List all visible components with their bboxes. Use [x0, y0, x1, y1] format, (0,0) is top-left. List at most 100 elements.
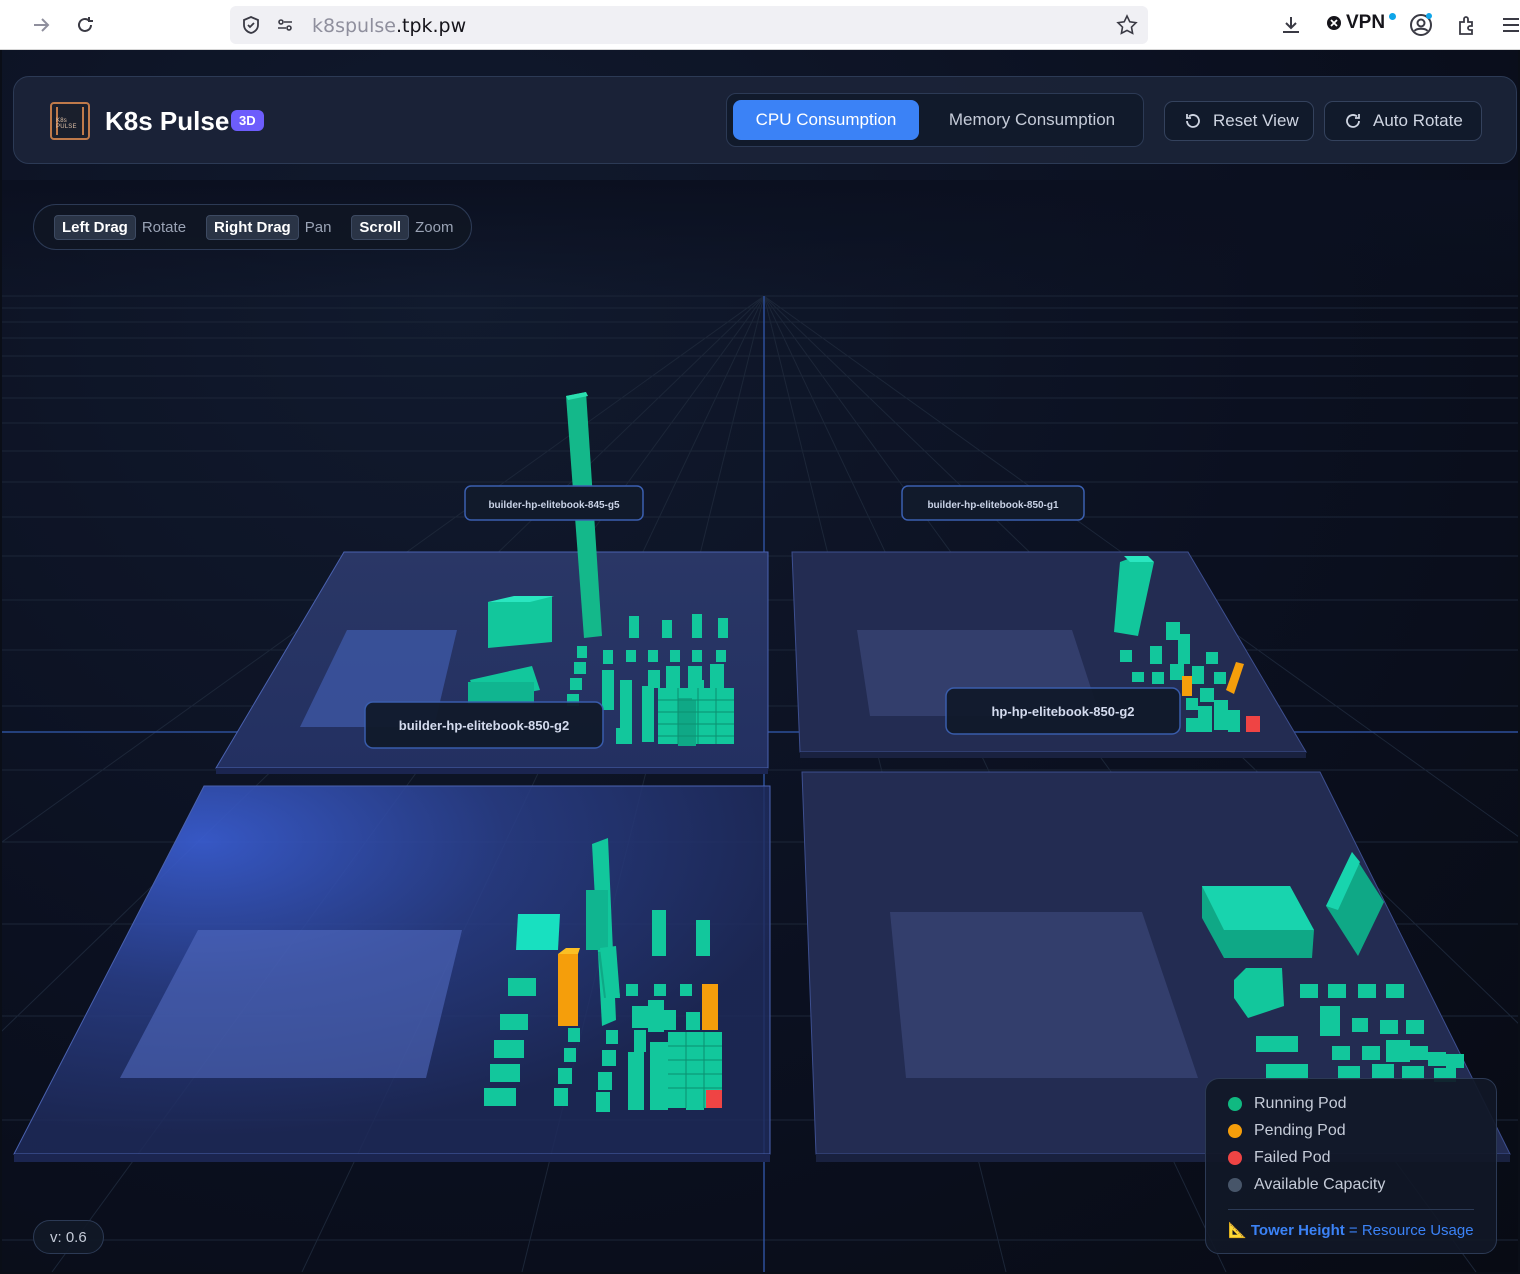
pod-running [1214, 700, 1228, 730]
pod-running [494, 1040, 524, 1058]
legend-foot-value: = Resource Usage [1348, 1222, 1474, 1239]
hint-action-rotate: Rotate [141, 218, 187, 236]
pod-running [1206, 652, 1218, 664]
pod-running [648, 670, 660, 688]
pod-running [662, 620, 672, 638]
reload-icon[interactable] [70, 10, 100, 40]
menu-icon[interactable] [1498, 12, 1520, 38]
pod-running [468, 682, 534, 704]
available-dot-icon [1228, 1178, 1242, 1192]
node-label-near-left[interactable]: builder-hp-elitebook-850-g2 [364, 701, 604, 749]
hint-action-zoom: Zoom [415, 218, 454, 236]
pod-running [1256, 1036, 1298, 1052]
pod-running [1386, 984, 1404, 998]
tab-cpu-consumption[interactable]: CPU Consumption [733, 100, 919, 140]
legend-divider [1228, 1209, 1474, 1210]
account-icon[interactable] [1408, 12, 1434, 38]
pod-running [1132, 672, 1144, 682]
pod-running [1352, 1018, 1368, 1032]
pod-running [596, 1092, 610, 1112]
extensions-icon[interactable] [1454, 12, 1480, 38]
pod-running [1362, 1046, 1380, 1060]
pending-dot-icon [1228, 1124, 1242, 1138]
hint-key-scroll: Scroll [351, 214, 410, 240]
download-icon[interactable] [1278, 12, 1304, 38]
forward-icon[interactable] [26, 10, 56, 40]
hint-key-left-drag: Left Drag [54, 214, 136, 240]
pod-running [1328, 984, 1346, 998]
pod-running [602, 1050, 616, 1066]
pod-running [654, 984, 666, 996]
app-canvas[interactable]: builder-hp-elitebook-845-g5 builder-hp-e… [2, 50, 1518, 1272]
shield-icon[interactable] [238, 12, 264, 38]
address-bar[interactable]: k8spulse.tpk.pw [230, 6, 1148, 44]
pod-running [1200, 688, 1214, 702]
pod-running [1192, 666, 1204, 684]
pod-failed [706, 1090, 722, 1108]
pod-running [488, 596, 552, 648]
rotate-icon [1346, 114, 1360, 128]
pod-running [554, 1088, 568, 1106]
pod-running [680, 984, 692, 996]
pod-running [490, 1064, 520, 1082]
vpn-off-icon [1327, 16, 1341, 30]
bookmark-star-icon[interactable] [1114, 12, 1140, 38]
pod-running [602, 670, 614, 710]
pod-running [1380, 1020, 1398, 1034]
legend-footnote: 📐 Tower Height = Resource Usage [1228, 1221, 1474, 1239]
tab-memory-consumption[interactable]: Memory Consumption [927, 100, 1137, 140]
legend-label: Failed Pod [1254, 1149, 1331, 1166]
pod-pending [702, 984, 718, 1030]
pod-running [484, 1088, 516, 1106]
pod-running [692, 614, 702, 638]
node-label-text: hp-hp-elitebook-850-g2 [991, 704, 1134, 719]
vpn-button[interactable]: VPN [1326, 12, 1397, 34]
pod-running [574, 662, 586, 674]
pod-running [1300, 984, 1318, 998]
reset-view-label: Reset View [1213, 111, 1299, 130]
pod-running [628, 1052, 644, 1110]
pod-running [570, 678, 582, 690]
pod-running [1198, 706, 1212, 732]
node-label-far-left[interactable]: builder-hp-elitebook-845-g5 [464, 485, 644, 521]
pod-failed [1246, 716, 1260, 732]
pod-running [568, 1028, 580, 1042]
pod-running [666, 666, 680, 688]
pod-running [648, 1000, 664, 1032]
pod-running [1178, 634, 1190, 664]
hint-key-right-drag: Right Drag [206, 214, 299, 240]
site-settings-icon[interactable] [272, 12, 298, 38]
pod-running [652, 910, 666, 956]
pod-running [716, 650, 726, 662]
pod-running [586, 890, 608, 950]
running-dot-icon [1228, 1097, 1242, 1111]
legend-label: Available Capacity [1254, 1176, 1386, 1193]
pod-running [1320, 1006, 1340, 1036]
pod-running [598, 1072, 612, 1090]
pod-running [1372, 1064, 1394, 1078]
pod-running [1386, 1040, 1410, 1062]
pod-running [1186, 698, 1198, 710]
pod-pending [558, 954, 578, 1026]
logo-text: K8s PULSE [56, 118, 77, 130]
pod-running [1228, 710, 1240, 732]
node-label-text: builder-hp-elitebook-845-g5 [488, 500, 620, 511]
hint-action-pan: Pan [304, 218, 332, 236]
auto-rotate-button[interactable]: Auto Rotate [1324, 101, 1482, 141]
legend-item-failed: Failed Pod [1228, 1149, 1331, 1167]
node-label-near-right[interactable]: hp-hp-elitebook-850-g2 [945, 687, 1181, 735]
app-title: K8s Pulse [105, 106, 230, 136]
pod-running [1150, 646, 1162, 664]
pod-running [632, 1006, 648, 1028]
mode-badge: 3D [231, 110, 264, 131]
node-label-text: builder-hp-elitebook-850-g1 [927, 500, 1059, 511]
reset-view-button[interactable]: Reset View [1164, 101, 1314, 141]
pod-running [648, 650, 658, 662]
pod-running [696, 920, 710, 956]
pod-running [626, 650, 636, 662]
node-label-far-right[interactable]: builder-hp-elitebook-850-g1 [901, 485, 1085, 521]
legend-label: Running Pod [1254, 1095, 1347, 1112]
pod-running [616, 728, 630, 744]
pod-running [1152, 672, 1164, 684]
pod-running [603, 650, 613, 664]
